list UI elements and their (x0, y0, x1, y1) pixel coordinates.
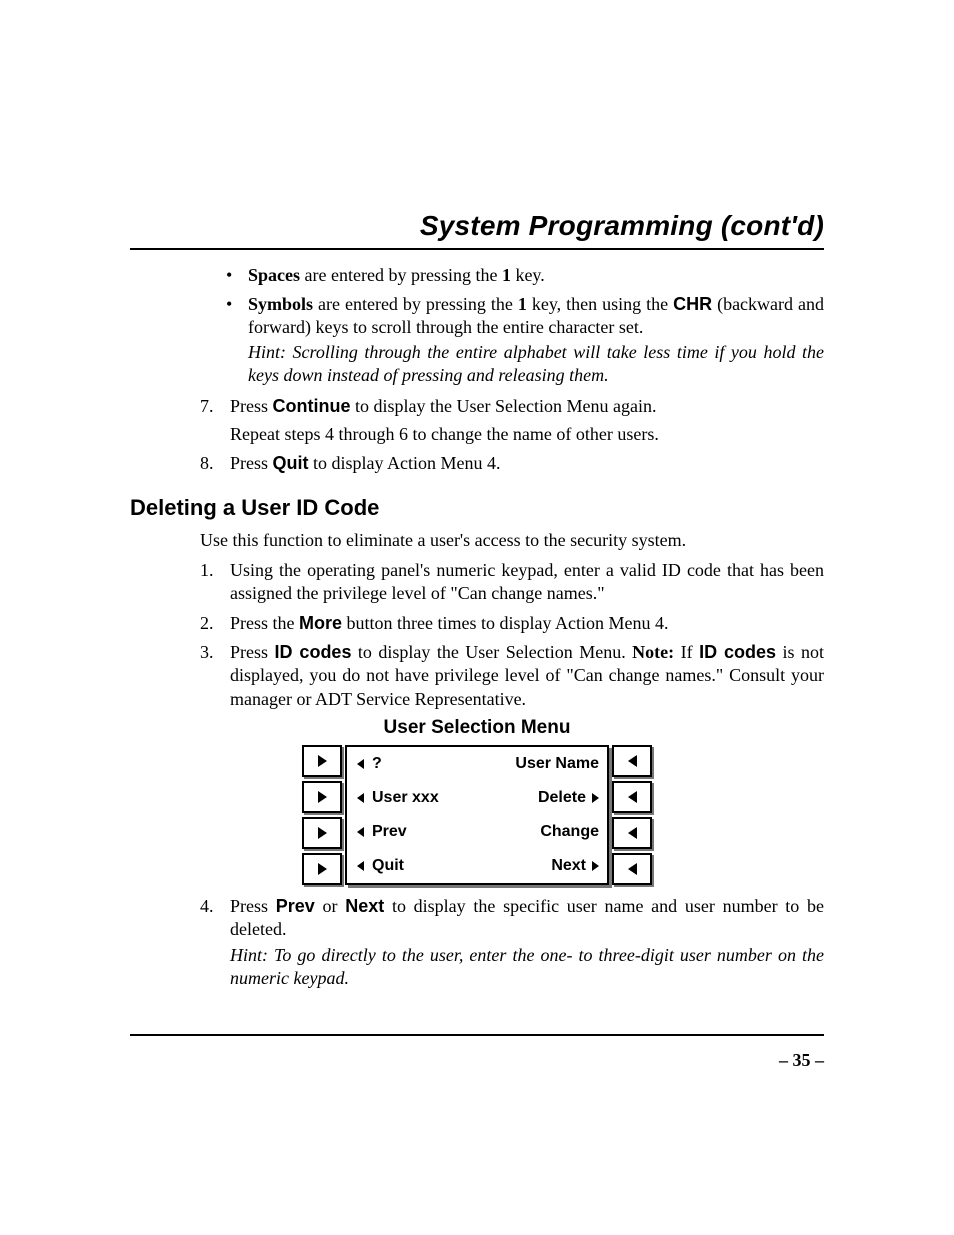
next-label: Next (345, 896, 384, 916)
section-heading-delete: Deleting a User ID Code (130, 495, 824, 521)
screen-row-3: Quit Next (347, 849, 607, 883)
sr2: Change (540, 823, 599, 841)
idcodes2-label: ID codes (699, 642, 776, 662)
triangle-right-icon (592, 861, 599, 871)
step-8: 8. Press Quit to display Action Menu 4. (200, 452, 824, 475)
step-c4: 4. Press Prev or Next to display the spe… (200, 895, 824, 990)
triangle-left-icon (628, 755, 637, 767)
prev-label: Prev (276, 896, 315, 916)
screen-row-1: User xxx Delete (347, 781, 607, 815)
triangle-left-icon (628, 827, 637, 839)
sl1: User xxx (372, 789, 439, 807)
sub7: Repeat steps 4 through 6 to change the n… (230, 423, 824, 446)
triangle-left-icon (628, 791, 637, 803)
steps-a: 7. Press Continue to display the User Se… (200, 395, 824, 475)
page-number: – 35 – (130, 1050, 824, 1071)
steps-c: 4. Press Prev or Next to display the spe… (200, 895, 824, 990)
sr1: Delete (538, 789, 586, 807)
num7: 7. (200, 395, 214, 418)
continue-label: Continue (273, 396, 351, 416)
triangle-right-icon (592, 793, 599, 803)
triangle-left-icon (357, 793, 364, 803)
sl3: Quit (372, 857, 404, 875)
bottom-rule (130, 1034, 824, 1036)
screen-row-0: ? User Name (347, 747, 607, 781)
sl2: Prev (372, 823, 407, 841)
key0: 1 (502, 265, 511, 285)
text-b1: Using the operating panel's numeric keyp… (230, 560, 824, 603)
step-7: 7. Press Continue to display the User Se… (200, 395, 824, 446)
user-selection-menu: ? User Name User xxx Delete Prev Change (299, 743, 655, 887)
right-button-2[interactable] (612, 817, 652, 849)
menu-screen: ? User Name User xxx Delete Prev Change (345, 745, 609, 885)
pre7: Press (230, 396, 273, 416)
pre-b3: Press (230, 642, 274, 662)
numb2: 2. (200, 612, 214, 635)
pre-b2: Press the (230, 613, 299, 633)
section-intro: Use this function to eliminate a user's … (200, 529, 824, 552)
right-button-0[interactable] (612, 745, 652, 777)
tail0: key. (511, 265, 545, 285)
left-button-2[interactable] (302, 817, 342, 849)
note-label: Note: (632, 642, 674, 662)
triangle-right-icon (318, 827, 327, 839)
chr-label: CHR (673, 294, 712, 314)
triangle-left-icon (357, 861, 364, 871)
triangle-right-icon (318, 755, 327, 767)
post8: to display Action Menu 4. (309, 453, 501, 473)
mid-b3: to display the User Selection Menu. (351, 642, 632, 662)
hint-c4: Hint: To go directly to the user, enter … (230, 944, 824, 990)
numb1: 1. (200, 559, 214, 582)
bullet-symbols: Symbols are entered by pressing the 1 ke… (226, 293, 824, 387)
triangle-left-icon (357, 759, 364, 769)
num8: 8. (200, 452, 214, 475)
triangle-left-icon (628, 863, 637, 875)
sl0: ? (372, 755, 382, 773)
sr0: User Name (515, 755, 599, 773)
numb3: 3. (200, 641, 214, 664)
rest1: are entered by pressing the (313, 294, 518, 314)
idcodes-label: ID codes (274, 642, 351, 662)
post7: to display the User Selection Menu again… (351, 396, 657, 416)
right-button-3[interactable] (612, 853, 652, 885)
screen-row-2: Prev Change (347, 815, 607, 849)
menu-row-0: ? User Name User xxx Delete Prev Change (299, 743, 655, 779)
triangle-right-icon (318, 863, 327, 875)
triangle-left-icon (357, 827, 364, 837)
key1: 1 (518, 294, 527, 314)
mid1: key, then using the (527, 294, 673, 314)
triangle-right-icon (318, 791, 327, 803)
post2-b3: If (674, 642, 699, 662)
post-b2: button three times to display Action Men… (342, 613, 668, 633)
numc4: 4. (200, 895, 214, 918)
left-button-3[interactable] (302, 853, 342, 885)
rest0: are entered by pressing the (300, 265, 502, 285)
left-button-0[interactable] (302, 745, 342, 777)
pre-c4: Press (230, 896, 276, 916)
step-b1: 1. Using the operating panel's numeric k… (200, 559, 824, 606)
title-rule (130, 248, 824, 250)
page-title: System Programming (cont'd) (130, 210, 824, 242)
menu-title: User Selection Menu (130, 717, 824, 739)
bullet-spaces: Spaces are entered by pressing the 1 key… (226, 264, 824, 287)
step-b2: 2. Press the More button three times to … (200, 612, 824, 635)
left-button-1[interactable] (302, 781, 342, 813)
quit-label: Quit (273, 453, 309, 473)
right-button-1[interactable] (612, 781, 652, 813)
bullet-list: Spaces are entered by pressing the 1 key… (226, 264, 824, 387)
lead-symbols: Symbols (248, 294, 313, 314)
menu-wrap: ? User Name User xxx Delete Prev Change (130, 743, 824, 887)
or-c4: or (315, 896, 345, 916)
pre8: Press (230, 453, 273, 473)
step-b3: 3. Press ID codes to display the User Se… (200, 641, 824, 711)
steps-b: 1. Using the operating panel's numeric k… (200, 559, 824, 711)
hint-scroll: Hint: Scrolling through the entire alpha… (248, 341, 824, 387)
sr3: Next (551, 857, 586, 875)
lead-spaces: Spaces (248, 265, 300, 285)
more-label: More (299, 613, 342, 633)
